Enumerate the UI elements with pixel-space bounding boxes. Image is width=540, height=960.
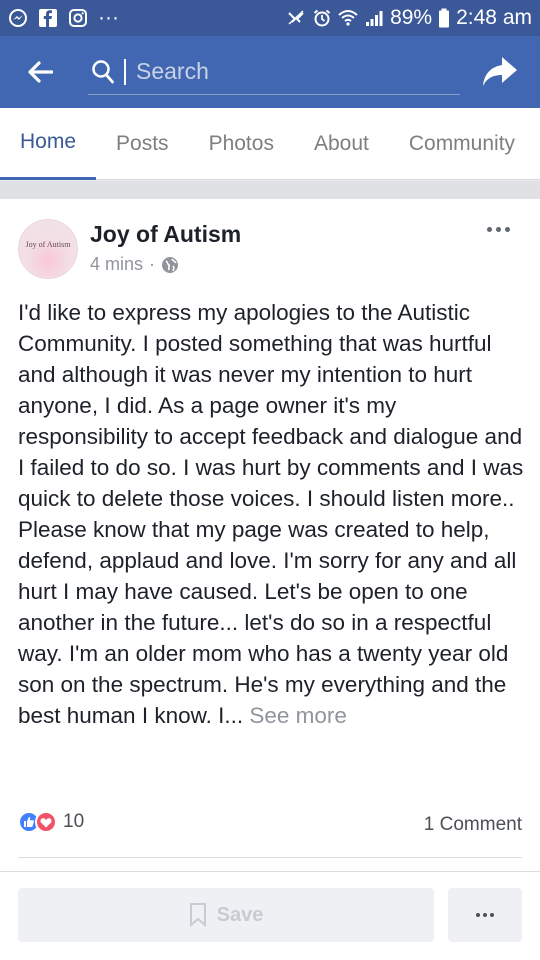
post-paragraph-2: Please know that my page was created to …: [18, 517, 517, 728]
reaction-count: 10: [63, 811, 85, 832]
top-bar: [0, 36, 540, 108]
dot: [490, 913, 494, 917]
share-button[interactable]: [460, 36, 540, 108]
avatar[interactable]: Joy of Autism: [18, 219, 78, 279]
comment-count[interactable]: 1 Comment: [424, 814, 522, 836]
post-options-button[interactable]: [478, 217, 518, 241]
signal-icon: [366, 11, 383, 26]
see-more-link[interactable]: See more: [249, 703, 347, 728]
facebook-icon: [39, 9, 57, 28]
share-arrow-icon: [483, 57, 517, 86]
reaction-icons: [18, 811, 57, 833]
messenger-icon: [9, 9, 27, 27]
overflow-dots-icon: ···: [98, 6, 119, 29]
section-divider: [0, 181, 540, 199]
search-box[interactable]: [88, 49, 460, 95]
post-actions: Save: [0, 871, 540, 960]
post-meta: 4 mins ·: [90, 254, 179, 275]
clock: 2:48 am: [456, 6, 532, 29]
tab-posts[interactable]: Posts: [96, 108, 189, 180]
search-input[interactable]: [136, 58, 456, 85]
wifi-icon: [338, 10, 358, 26]
status-right-icons: 89% 2:48 am: [286, 6, 532, 30]
post-body: I'd like to express my apologies to the …: [18, 297, 528, 731]
dot: [483, 913, 487, 917]
dot: [504, 226, 510, 232]
back-button[interactable]: [0, 36, 80, 108]
save-label: Save: [216, 903, 264, 926]
tab-about[interactable]: About: [294, 108, 389, 180]
text-caret: [124, 58, 126, 85]
alarm-icon: [313, 9, 331, 27]
bookmark-icon: [189, 903, 206, 927]
tab-photos[interactable]: Photos: [189, 108, 294, 180]
page-name[interactable]: Joy of Autism: [90, 221, 241, 248]
back-arrow-icon: [28, 61, 53, 83]
instagram-icon: [69, 9, 87, 27]
post-divider: [18, 857, 522, 858]
post-paragraph-1: I'd like to express my apologies to the …: [18, 300, 524, 511]
dot: [495, 226, 501, 232]
globe-icon: [162, 256, 179, 273]
save-button[interactable]: Save: [18, 888, 434, 942]
tab-community[interactable]: Community: [389, 108, 535, 180]
status-left-icons: ···: [8, 6, 119, 30]
post-time[interactable]: 4 mins: [90, 254, 143, 275]
dot: [476, 913, 480, 917]
status-bar: ··· 89% 2:48 am: [0, 0, 540, 36]
more-actions-button[interactable]: [448, 888, 522, 942]
battery-icon: [439, 8, 450, 28]
page-tabs: Home Posts Photos About Community: [0, 108, 540, 180]
love-reaction-icon: [35, 811, 57, 833]
reactions-summary[interactable]: 10: [18, 811, 84, 833]
meta-separator: ·: [149, 254, 156, 274]
dot: [486, 226, 492, 232]
search-icon: [92, 59, 114, 83]
post-card: Joy of Autism Joy of Autism 4 mins · I'd…: [0, 199, 540, 960]
nfc-icon: [288, 10, 304, 25]
tab-home[interactable]: Home: [0, 108, 97, 180]
avatar-label: Joy of Autism: [25, 240, 71, 249]
battery-percent: 89%: [390, 6, 433, 29]
